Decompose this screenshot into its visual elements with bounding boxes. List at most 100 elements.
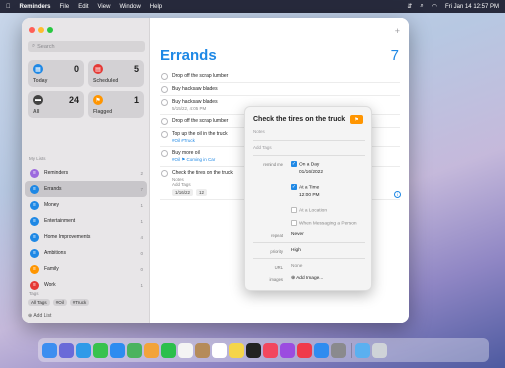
reminder-row[interactable]: Buy hacksaw blades (160, 83, 400, 96)
facetime-icon[interactable] (161, 342, 176, 358)
close-button[interactable] (29, 27, 35, 33)
search-icon[interactable]: ⌕ (420, 3, 423, 10)
smart-list-flagged[interactable]: ⚑ 1 Flagged (88, 91, 144, 118)
menu-view[interactable]: View (98, 4, 111, 10)
sidebar-item-reminders[interactable]: ≡ Reminders 2 (25, 165, 147, 181)
priority-label: priority (270, 249, 283, 254)
sidebar-item-errands[interactable]: ≡ Errands 7 (25, 181, 147, 197)
sidebar-item-count: 1 (140, 202, 143, 208)
appstore-icon[interactable] (314, 342, 329, 358)
tag-oil[interactable]: #Oil (52, 299, 67, 306)
notes-field[interactable]: Notes (253, 129, 265, 134)
popover-title[interactable]: Check the tires on the truck (253, 116, 345, 123)
smart-list-today[interactable]: ▦ 0 Today (28, 60, 84, 87)
complete-checkbox[interactable] (161, 118, 168, 125)
add-list-button[interactable]: ⊕ Add List (28, 313, 51, 319)
smart-list-label: Today (33, 78, 48, 84)
sidebar-item-home-improvements[interactable]: ≡ Home Improvements 4 (25, 229, 147, 245)
complete-checkbox[interactable] (161, 73, 168, 80)
on-a-day-checkbox[interactable]: ✓ On a Day (291, 161, 319, 167)
time-chip[interactable]: 12 (196, 189, 208, 196)
complete-checkbox[interactable] (161, 150, 168, 157)
wifi-icon[interactable]: ◠ (432, 3, 437, 10)
photos-icon[interactable] (144, 342, 159, 358)
menu-file[interactable]: File (60, 4, 70, 10)
tag-truck[interactable]: #Truck (69, 299, 90, 306)
music-icon[interactable] (263, 342, 278, 358)
date-chip[interactable]: 1/16/22 (172, 189, 194, 196)
complete-checkbox[interactable] (161, 86, 168, 93)
launchpad-icon[interactable] (59, 342, 74, 358)
reminder-title[interactable]: Buy hacksaw blades (172, 99, 400, 105)
news-icon[interactable] (297, 342, 312, 358)
search-icon: ⌕ (32, 43, 36, 49)
sidebar-item-work[interactable]: ≡ Work 1 (25, 277, 147, 293)
checkbox-icon (291, 207, 297, 213)
podcasts-icon[interactable] (280, 342, 295, 358)
complete-checkbox[interactable] (161, 131, 168, 138)
list-bullet-icon: ≡ (30, 280, 39, 290)
menu-window[interactable]: Window (119, 4, 140, 10)
smart-list-label: Scheduled (93, 78, 119, 84)
flag-icon[interactable]: ⚑ (350, 115, 363, 124)
sidebar-item-count: 7 (140, 186, 143, 192)
messages-icon[interactable] (93, 342, 108, 358)
menu-help[interactable]: Help (150, 4, 162, 10)
on-a-day-label: On a Day (299, 162, 320, 168)
settings-icon[interactable] (331, 342, 346, 358)
tags-field[interactable]: Add Tags (253, 145, 272, 150)
tag-all[interactable]: All Tags (28, 299, 50, 306)
sidebar-item-entertainment[interactable]: ≡ Entertainment 1 (25, 213, 147, 229)
at-a-location-checkbox[interactable]: At a Location (291, 207, 327, 213)
checkmark-icon: ✓ (291, 184, 297, 190)
reminders-icon[interactable] (212, 342, 227, 358)
menu-clock[interactable]: Fri Jan 14 12:57 PM (445, 4, 499, 10)
at-a-time-checkbox[interactable]: ✓ At a Time (291, 184, 319, 190)
apple-menu-icon[interactable]:  (6, 4, 11, 10)
menu-edit[interactable]: Edit (78, 4, 88, 10)
sidebar-item-ambitions[interactable]: ≡ Ambitions 0 (25, 245, 147, 261)
complete-checkbox[interactable] (161, 170, 168, 177)
add-reminder-icon[interactable]: + (395, 26, 400, 36)
reminder-title[interactable]: Drop off the scrap lumber (172, 73, 400, 79)
downloads-folder-icon[interactable] (355, 342, 370, 358)
info-icon[interactable]: i (394, 191, 401, 198)
smart-list-count: 1 (133, 95, 139, 105)
complete-checkbox[interactable] (161, 99, 168, 106)
add-image-button[interactable]: ⊕ Add Image... (291, 276, 323, 281)
at-a-time-label: At a Time (299, 185, 320, 191)
contacts-icon[interactable] (195, 342, 210, 358)
reminder-row[interactable]: Drop off the scrap lumber (160, 70, 400, 83)
sidebar-item-money[interactable]: ≡ Money 1 (25, 197, 147, 213)
sidebar-item-label: Home Improvements (44, 234, 91, 240)
sidebar-item-family[interactable]: ≡ Family 0 (25, 261, 147, 277)
notes-icon[interactable] (229, 342, 244, 358)
priority-select[interactable]: High (291, 248, 301, 253)
divider (253, 155, 365, 156)
reminder-title[interactable]: Buy hacksaw blades (172, 86, 400, 92)
maps-icon[interactable] (127, 342, 142, 358)
minimize-button[interactable] (38, 27, 44, 33)
flag-icon: ⚑ (93, 95, 103, 105)
date-field[interactable]: 01/16/2022 (299, 170, 323, 175)
calendar-icon[interactable] (178, 342, 193, 358)
sidebar-item-count: 2 (140, 170, 143, 176)
tv-icon[interactable] (246, 342, 261, 358)
repeat-select[interactable]: Never (291, 232, 304, 237)
time-field[interactable]: 12:00 PM (299, 193, 320, 198)
smart-list-label: All (33, 109, 40, 115)
url-field[interactable]: None (291, 264, 302, 269)
zoom-button[interactable] (47, 27, 53, 33)
smart-list-all[interactable]: ▬ 24 All (28, 91, 84, 118)
sidebar-item-count: 4 (140, 234, 143, 240)
sidebar-item-count: 1 (140, 282, 143, 288)
menu-app-name[interactable]: Reminders (20, 4, 51, 10)
trash-icon[interactable] (372, 342, 387, 358)
when-messaging-checkbox[interactable]: When Messaging a Person (291, 220, 357, 226)
smart-list-scheduled[interactable]: ▤ 5 Scheduled (88, 60, 144, 87)
control-center-icon[interactable]: ⇵ (407, 3, 412, 10)
mail-icon[interactable] (110, 342, 125, 358)
search-input[interactable]: ⌕ Search (28, 41, 145, 52)
safari-icon[interactable] (76, 342, 91, 358)
finder-icon[interactable] (42, 342, 57, 358)
